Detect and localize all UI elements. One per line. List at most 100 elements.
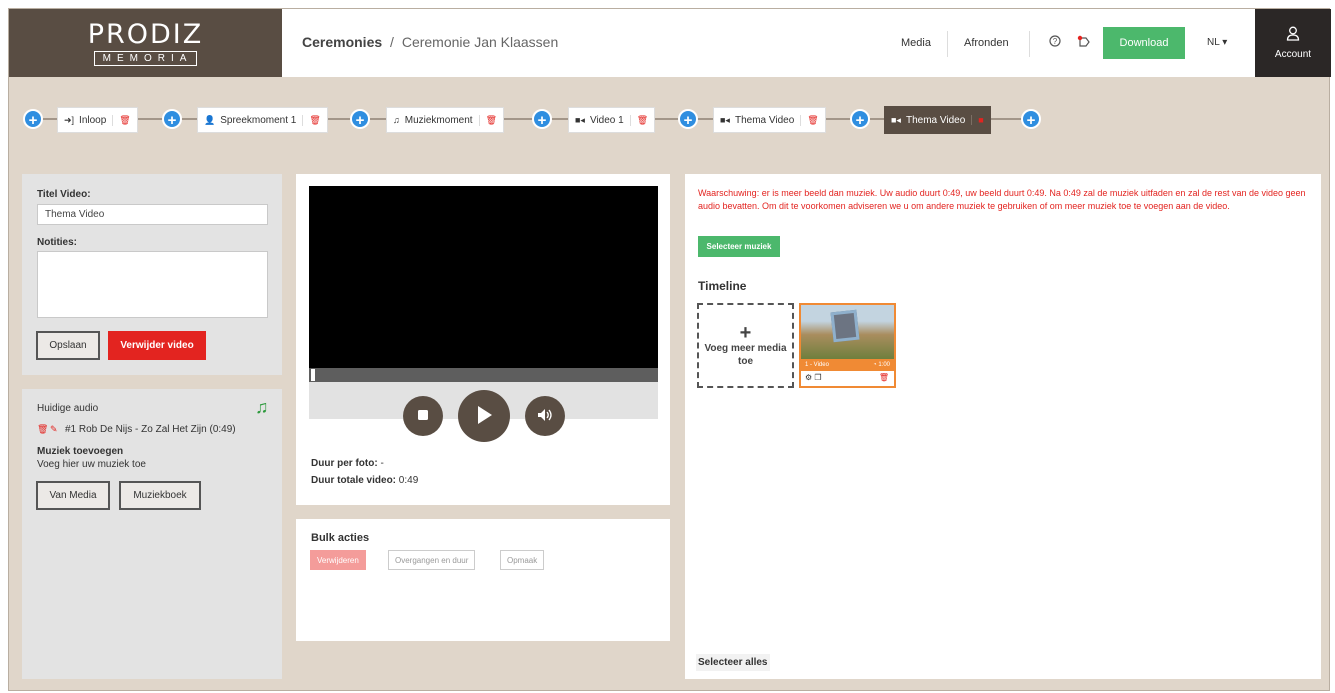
media-thumbnail: [801, 305, 894, 359]
duration-total-label: Duur totale video:: [311, 475, 397, 486]
video-player-panel: Duur per foto: - Duur totale video: 0:49: [296, 174, 670, 505]
audio-panel: Huidige audio ♫ 🗑 ✎ #1 Rob De Nijs - Zo …: [22, 389, 282, 679]
nav-divider: [947, 31, 948, 57]
add-media-label: Voeg meer media toe: [704, 342, 787, 367]
step-thema-video-active[interactable]: ■◂ Thema Video ■: [884, 106, 991, 134]
bulk-actions-panel: Bulk acties Verwijderen Overgangen en du…: [296, 519, 670, 641]
trash-icon[interactable]: 🗑: [629, 114, 648, 126]
add-step-button[interactable]: +: [532, 109, 552, 129]
add-step-button[interactable]: +: [350, 109, 370, 129]
step-label: Muziekmoment: [404, 114, 473, 126]
add-step-button[interactable]: +: [678, 109, 698, 129]
select-all-button[interactable]: Selecteer alles: [696, 654, 770, 671]
title-label: Titel Video:: [37, 189, 91, 200]
trash-icon[interactable]: ■: [971, 115, 984, 125]
title-input[interactable]: [37, 204, 268, 225]
add-music-title: Muziek toevoegen: [37, 446, 124, 457]
step-muziekmoment[interactable]: ♫ Muziekmoment 🗑: [386, 107, 504, 133]
add-step-button[interactable]: +: [1021, 109, 1041, 129]
save-button[interactable]: Opslaan: [36, 331, 100, 360]
add-step-button[interactable]: +: [23, 109, 43, 129]
music-icon[interactable]: ♫: [255, 397, 269, 418]
account-label: Account: [1274, 49, 1312, 60]
duration-total: Duur totale video: 0:49: [311, 475, 418, 486]
duration-photo: Duur per foto: -: [311, 458, 384, 469]
help-icon[interactable]: ?: [1049, 35, 1063, 49]
gear-icon[interactable]: ⚙: [805, 373, 812, 382]
trash-icon[interactable]: 🗑: [302, 114, 321, 126]
step-label: Thema Video: [734, 114, 795, 126]
progress-handle[interactable]: [311, 369, 315, 381]
bulk-transitions-button[interactable]: Overgangen en duur: [388, 550, 476, 570]
clock-icon: ◔: [873, 362, 877, 368]
step-label: Spreekmoment 1: [220, 114, 297, 126]
add-step-button[interactable]: +: [850, 109, 870, 129]
language-selector[interactable]: NL ▾: [1207, 37, 1227, 48]
select-music-button[interactable]: Selecteer muziek: [698, 236, 780, 257]
breadcrumb-separator: /: [390, 34, 394, 50]
nav-media-link[interactable]: Media: [901, 37, 931, 49]
trash-icon[interactable]: 🗑: [879, 373, 889, 382]
add-media-tile[interactable]: + Voeg meer media toe: [697, 303, 794, 388]
app-frame: PRODIZ MEMORIA Ceremonies / Ceremonie Ja…: [8, 8, 1331, 691]
media-item[interactable]: 1 - Video ◔ 1:00 ⚙ ❐ 🗑: [799, 303, 896, 388]
edit-icon[interactable]: ✎: [50, 424, 58, 435]
bulk-title: Bulk acties: [311, 532, 370, 544]
play-button[interactable]: [458, 390, 510, 442]
bulk-delete-button[interactable]: Verwijderen: [310, 550, 366, 570]
add-music-hint: Voeg hier uw muziek toe: [37, 459, 146, 470]
notes-field[interactable]: [37, 251, 268, 318]
thumbnail-image: [830, 309, 860, 343]
trash-icon[interactable]: 🗑: [112, 114, 131, 126]
breadcrumb-current: Ceremonie Jan Klaassen: [401, 34, 559, 50]
video-icon: ■◂: [720, 114, 730, 125]
step-video-1[interactable]: ■◂ Video 1 🗑: [568, 107, 656, 133]
media-info-bar: 1 - Video ◔ 1:00: [801, 359, 894, 371]
video-icon: ■◂: [575, 114, 585, 125]
timeline-panel: Waarschuwing: er is meer beeld dan muzie…: [685, 174, 1321, 679]
media-duration: ◔ 1:00: [873, 362, 890, 368]
bulk-layout-button[interactable]: Opmaak: [500, 550, 545, 570]
logo-sub-text: MEMORIA: [93, 50, 198, 66]
from-media-button[interactable]: Van Media: [36, 481, 110, 510]
sign-in-icon: ➜]: [64, 114, 75, 125]
logo[interactable]: PRODIZ MEMORIA: [9, 9, 282, 77]
nav-divider: [1029, 31, 1030, 57]
breadcrumb: Ceremonies / Ceremonie Jan Klaassen: [302, 34, 558, 50]
trash-icon[interactable]: 🗑: [37, 424, 48, 435]
current-audio-label: Huidige audio: [37, 403, 99, 414]
nav-afronden-link[interactable]: Afronden: [964, 37, 1009, 49]
media-label: 1 - Video: [805, 362, 829, 368]
step-label: Inloop: [79, 114, 107, 126]
duration-photo-label: Duur per foto:: [311, 458, 378, 469]
music-icon: ♫: [393, 115, 400, 125]
breadcrumb-root[interactable]: Ceremonies: [302, 34, 382, 50]
volume-button[interactable]: [525, 396, 565, 436]
download-button[interactable]: Download: [1103, 27, 1185, 59]
person-icon: 👤: [204, 114, 216, 125]
language-value: NL: [1207, 37, 1220, 48]
notes-label: Notities:: [37, 237, 77, 248]
video-progress-bar[interactable]: [309, 368, 658, 382]
add-step-button[interactable]: +: [162, 109, 182, 129]
stop-icon: [417, 409, 429, 424]
trash-icon[interactable]: 🗑: [478, 114, 497, 126]
step-spreekmoment[interactable]: 👤 Spreekmoment 1 🗑: [197, 107, 328, 133]
step-inloop[interactable]: ➜] Inloop 🗑: [57, 107, 138, 133]
plus-icon: +: [739, 321, 752, 344]
music-book-button[interactable]: Muziekboek: [119, 481, 201, 510]
notification-icon[interactable]: [1077, 35, 1091, 49]
duration-photo-value: -: [380, 458, 384, 469]
media-tools: ⚙ ❐: [805, 373, 822, 382]
copy-icon[interactable]: ❐: [814, 373, 821, 382]
account-button[interactable]: Account: [1255, 9, 1331, 77]
step-thema-video[interactable]: ■◂ Thema Video 🗑: [713, 107, 826, 133]
trash-icon[interactable]: 🗑: [800, 114, 819, 126]
duration-total-value: 0:49: [398, 475, 419, 486]
video-preview[interactable]: [309, 186, 658, 368]
volume-icon: [537, 408, 553, 425]
svg-text:?: ?: [1053, 37, 1058, 46]
stop-button[interactable]: [403, 396, 443, 436]
user-icon: [1286, 26, 1300, 45]
delete-video-button[interactable]: Verwijder video: [108, 331, 206, 360]
